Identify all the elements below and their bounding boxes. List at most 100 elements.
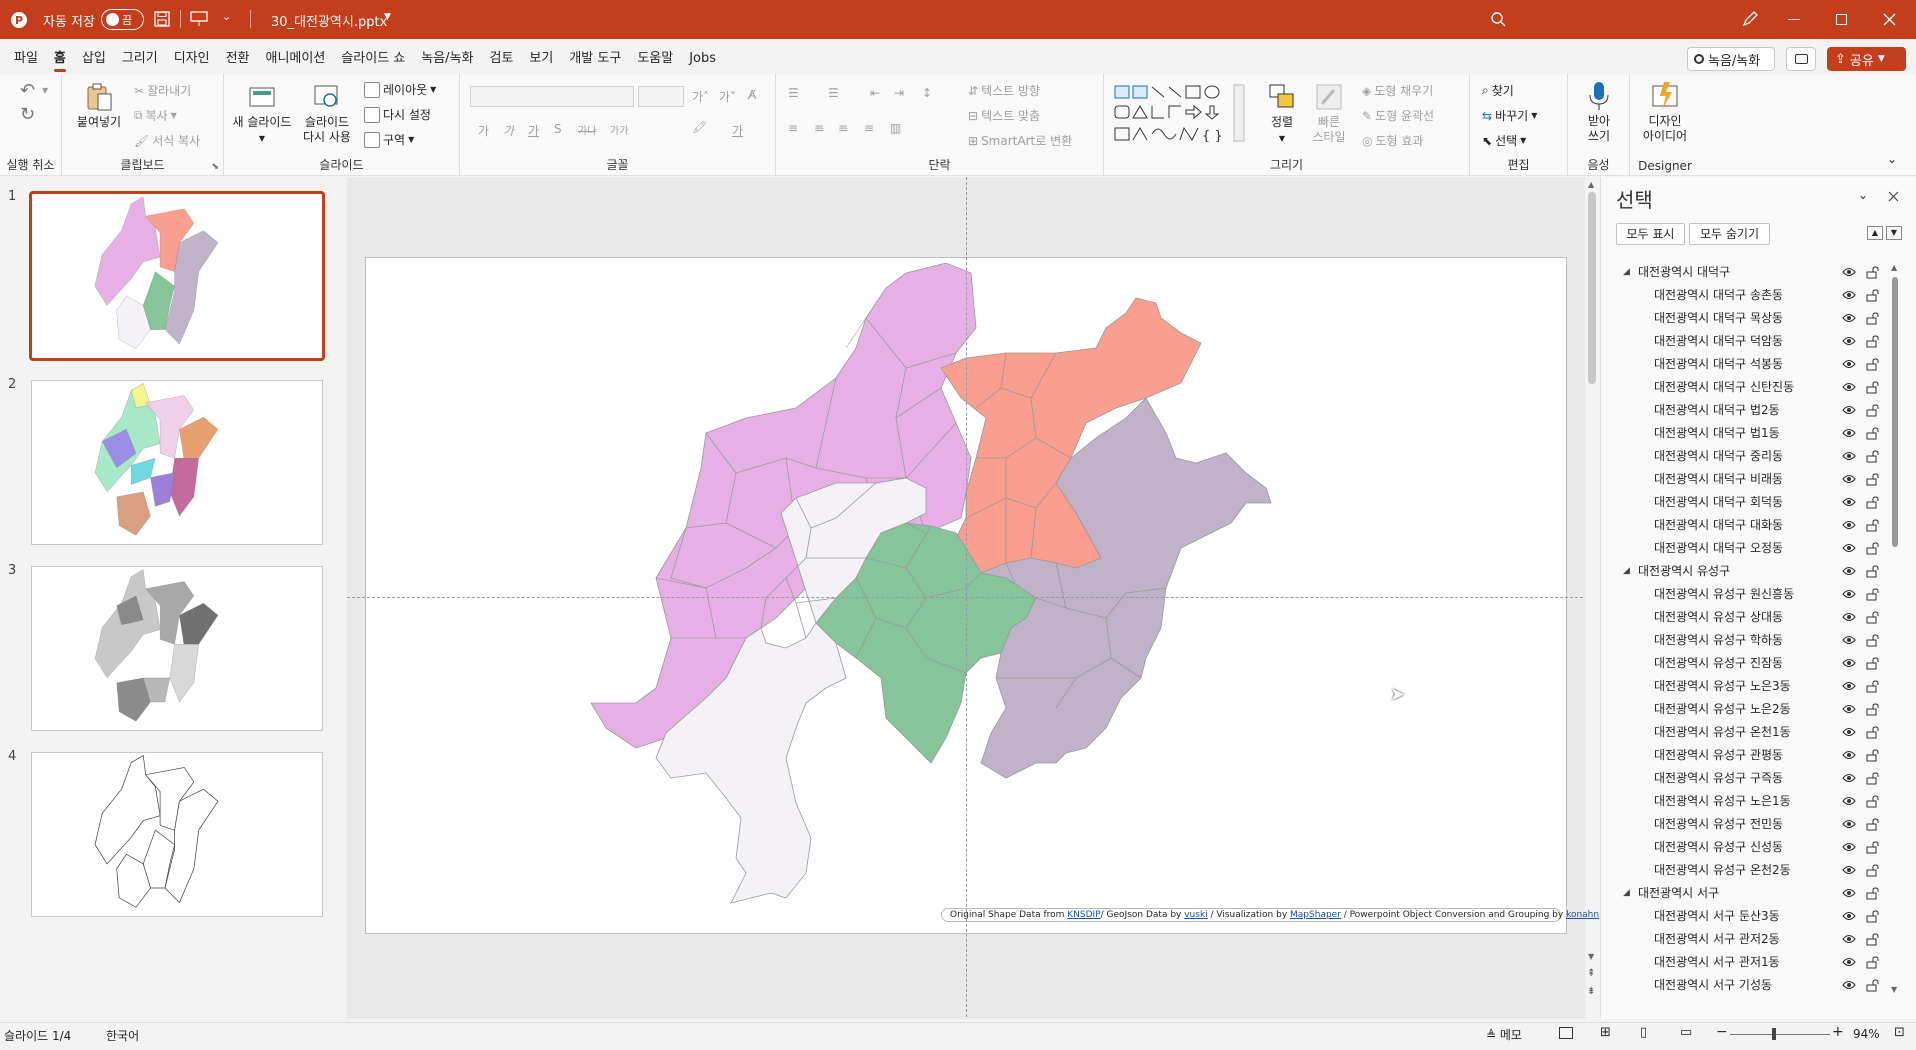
notes-button[interactable]: ≜ 메모: [1486, 1026, 1522, 1043]
section-button[interactable]: 구역 ▼: [364, 131, 414, 148]
visibility-eye-icon[interactable]: [1842, 289, 1856, 301]
close-icon[interactable]: [1883, 13, 1896, 26]
visibility-eye-icon[interactable]: [1842, 726, 1856, 738]
comments-button[interactable]: [1786, 47, 1816, 71]
menu-tab[interactable]: 녹음/녹화: [413, 46, 481, 72]
reading-view-icon[interactable]: ▯: [1640, 1025, 1647, 1040]
visibility-eye-icon[interactable]: [1842, 266, 1856, 278]
unlock-icon[interactable]: [1866, 795, 1879, 808]
unlock-icon[interactable]: [1866, 818, 1879, 831]
unlock-icon[interactable]: [1866, 312, 1879, 325]
reset-button[interactable]: 다시 설정: [364, 106, 431, 123]
selection-group-row[interactable]: ◢ 대전광역시 유성구: [1601, 560, 1901, 583]
menu-tab[interactable]: Jobs: [681, 46, 724, 72]
unlock-icon[interactable]: [1866, 358, 1879, 371]
unlock-icon[interactable]: [1866, 565, 1879, 578]
font-name-box[interactable]: [470, 86, 634, 107]
search-icon[interactable]: [1490, 11, 1506, 27]
autosave-toggle[interactable]: 끔: [101, 9, 144, 30]
collapse-arrow-icon[interactable]: ◢: [1623, 560, 1630, 583]
layout-button[interactable]: 레이아웃 ▼: [364, 81, 436, 98]
unlock-icon[interactable]: [1866, 703, 1879, 716]
selection-item-row[interactable]: 대전광역시 유성구 학하동: [1601, 629, 1901, 652]
visibility-eye-icon[interactable]: [1842, 496, 1856, 508]
menu-tab[interactable]: 그리기: [114, 46, 166, 72]
credit-link-mapshaper[interactable]: MapShaper: [1290, 910, 1341, 920]
visibility-eye-icon[interactable]: [1842, 312, 1856, 324]
shadow-button[interactable]: S: [554, 122, 562, 136]
bring-forward-icon[interactable]: ▲: [1867, 226, 1883, 240]
decrease-font-icon[interactable]: 가˅: [719, 88, 736, 105]
shapes-gallery[interactable]: { }: [1114, 84, 1256, 142]
visibility-eye-icon[interactable]: [1842, 657, 1856, 669]
undo-icon[interactable]: ↶: [20, 80, 35, 101]
presentation-from-start-icon[interactable]: [190, 11, 208, 27]
cut-button[interactable]: ✂ 잘라내기: [134, 82, 191, 99]
zoom-out-icon[interactable]: −: [1716, 1024, 1728, 1040]
shape-fill-button[interactable]: ◈ 도형 채우기: [1362, 82, 1433, 99]
selection-item-row[interactable]: 대전광역시 유성구 구즉동: [1601, 767, 1901, 790]
scroll-down-icon[interactable]: ▼: [1588, 952, 1594, 961]
minimize-icon[interactable]: [1788, 19, 1800, 20]
selection-item-row[interactable]: 대전광역시 대덕구 석봉동: [1601, 353, 1901, 376]
bullets-icon[interactable]: ☰: [788, 86, 799, 100]
normal-view-icon[interactable]: [1559, 1027, 1573, 1039]
selection-item-row[interactable]: 대전광역시 유성구 신성동: [1601, 836, 1901, 859]
visibility-eye-icon[interactable]: [1842, 933, 1856, 945]
quick-styles-button[interactable]: 빠른 스타일: [1304, 82, 1354, 145]
unlock-icon[interactable]: [1866, 542, 1879, 555]
visibility-eye-icon[interactable]: [1842, 588, 1856, 600]
selection-item-row[interactable]: 대전광역시 서구 둔산3동: [1601, 905, 1901, 928]
unlock-icon[interactable]: [1866, 634, 1879, 647]
unlock-icon[interactable]: [1866, 381, 1879, 394]
selection-scrollbar[interactable]: ▲ ▼: [1889, 263, 1901, 997]
fit-slide-icon[interactable]: ⊡: [1894, 1025, 1905, 1040]
selection-item-row[interactable]: 대전광역시 유성구 관평동: [1601, 744, 1901, 767]
slide-thumbnail-2[interactable]: [31, 380, 323, 545]
unlock-icon[interactable]: [1866, 473, 1879, 486]
selection-item-row[interactable]: 대전광역시 유성구 노은3동: [1601, 675, 1901, 698]
menu-tab[interactable]: 도움말: [629, 46, 681, 72]
increase-indent-icon[interactable]: ⇥: [894, 86, 904, 100]
selection-item-row[interactable]: 대전광역시 대덕구 법2동: [1601, 399, 1901, 422]
align-right-icon[interactable]: ≡: [838, 121, 848, 135]
pen-icon[interactable]: [1741, 10, 1759, 28]
selection-item-row[interactable]: 대전광역시 대덕구 대화동: [1601, 514, 1901, 537]
shape-outline-button[interactable]: ✎ 도형 윤곽선: [1362, 107, 1434, 124]
scroll-thumb[interactable]: [1588, 192, 1596, 384]
unlock-icon[interactable]: [1866, 910, 1879, 923]
redo-icon[interactable]: ↻: [20, 104, 35, 125]
new-slide-button[interactable]: 새 슬라이드 ▼: [230, 82, 294, 146]
visibility-eye-icon[interactable]: [1842, 703, 1856, 715]
underline-button[interactable]: 가: [528, 122, 539, 139]
menu-tab[interactable]: 보기: [521, 46, 561, 72]
menu-tab[interactable]: 검토: [482, 46, 522, 72]
visibility-eye-icon[interactable]: [1842, 542, 1856, 554]
visibility-eye-icon[interactable]: [1842, 565, 1856, 577]
selection-item-row[interactable]: 대전광역시 대덕구 오정동: [1601, 537, 1901, 560]
selection-item-row[interactable]: 대전광역시 유성구 온천1동: [1601, 721, 1901, 744]
copy-button[interactable]: ⧉ 복사 ▼: [134, 107, 177, 124]
menu-tab[interactable]: 디자인: [166, 46, 218, 72]
visibility-eye-icon[interactable]: [1842, 450, 1856, 462]
unlock-icon[interactable]: [1866, 841, 1879, 854]
select-button[interactable]: ⬉ 선택 ▼: [1482, 132, 1526, 149]
unlock-icon[interactable]: [1866, 979, 1879, 992]
smartart-button[interactable]: ⊞ SmartArt로 변환: [968, 132, 1072, 149]
visibility-eye-icon[interactable]: [1842, 956, 1856, 968]
unlock-icon[interactable]: [1866, 956, 1879, 969]
undo-dropdown-icon[interactable]: ▼: [42, 86, 48, 95]
unlock-icon[interactable]: [1866, 933, 1879, 946]
restore-icon[interactable]: [1836, 14, 1847, 25]
selection-item-row[interactable]: 대전광역시 대덕구 중리동: [1601, 445, 1901, 468]
menu-tab[interactable]: 슬라이드 쇼: [333, 46, 413, 72]
unlock-icon[interactable]: [1866, 335, 1879, 348]
visibility-eye-icon[interactable]: [1842, 772, 1856, 784]
highlight-icon[interactable]: 🖍: [692, 120, 707, 134]
unlock-icon[interactable]: [1866, 496, 1879, 509]
selection-item-row[interactable]: 대전광역시 대덕구 덕암동: [1601, 330, 1901, 353]
slide-sorter-icon[interactable]: ⊞: [1600, 1025, 1611, 1040]
visibility-eye-icon[interactable]: [1842, 519, 1856, 531]
slide-thumbnail-3[interactable]: [31, 566, 323, 731]
next-slide-icon[interactable]: ⇟: [1587, 986, 1595, 997]
